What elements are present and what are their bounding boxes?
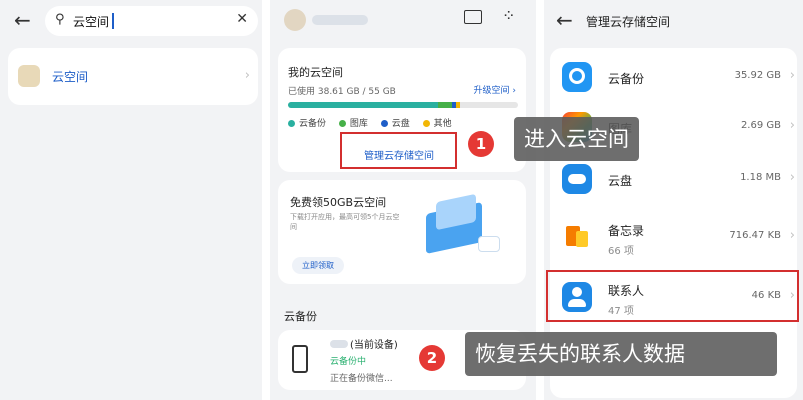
device-label: (当前设备) (350, 340, 398, 351)
search-panel: ← ⚲ 云空间 ✕ 云空间 › (0, 0, 262, 400)
list-item-cloud-backup[interactable]: 云备份 35.92 GB › (558, 54, 801, 106)
search-result-item[interactable]: 云空间 › (8, 48, 258, 105)
cloud-app-icon (18, 65, 40, 87)
back-arrow-icon[interactable]: ← (14, 8, 31, 32)
mail-icon[interactable] (464, 10, 482, 24)
device-name (330, 340, 348, 348)
highlight-box-1 (340, 132, 457, 169)
backup-progress: 正在备份微信... (330, 374, 393, 384)
usage-legend: 云备份 图库 云盘 其他 (288, 116, 452, 129)
page-title: 管理云存储空间 (586, 15, 671, 29)
search-icon: ⚲ (55, 12, 65, 27)
account-name (312, 15, 368, 25)
promo-card[interactable]: 免费领50GB云空间 下载打开应用，最高可领5个月云空间 立即领取 (278, 180, 526, 284)
step-2-badge: 2 (419, 345, 445, 371)
usage-text: 已使用 38.61 GB / 55 GB (288, 87, 396, 97)
promo-title: 免费领50GB云空间 (290, 196, 387, 209)
usage-bar (288, 102, 518, 108)
list-item-cloud-drive[interactable]: 云盘 1.18 MB › (558, 156, 801, 208)
cloud-storage-illustration (418, 193, 500, 264)
chevron-right-icon: › (789, 118, 795, 133)
back-arrow-icon[interactable]: ← (556, 8, 573, 32)
cloud-drive-icon (562, 164, 592, 194)
backup-section-title: 云备份 (284, 310, 317, 323)
promo-desc: 下载打开应用，最高可领5个月云空间 (290, 213, 400, 231)
chevron-right-icon: › (789, 170, 795, 185)
claim-button[interactable]: 立即领取 (292, 257, 344, 274)
step-1-badge: 1 (468, 131, 494, 157)
phone-icon (292, 345, 308, 373)
step-1-callout: 进入云空间 (514, 117, 639, 161)
text-cursor (112, 13, 114, 29)
list-item-notes[interactable]: 备忘录 66 项 716.47 KB › (558, 214, 801, 266)
avatar[interactable] (284, 9, 306, 31)
upgrade-link[interactable]: 升级空间 › (474, 83, 516, 96)
step-2-callout: 恢复丢失的联系人数据 (465, 332, 777, 376)
clear-icon[interactable]: ✕ (236, 11, 248, 27)
chevron-right-icon: › (789, 68, 795, 83)
more-icon[interactable]: ⁘ (502, 6, 516, 25)
chevron-right-icon: › (789, 228, 795, 243)
cloud-backup-icon (562, 62, 592, 92)
result-label: 云空间 (52, 70, 89, 84)
search-input[interactable]: 云空间 (73, 13, 109, 30)
highlight-box-2 (546, 270, 799, 322)
search-box[interactable]: ⚲ 云空间 ✕ (45, 6, 258, 36)
backup-status: 云备份中 (330, 357, 367, 367)
notes-icon (562, 222, 592, 252)
chevron-right-icon: › (244, 68, 250, 83)
cloud-title: 我的云空间 (288, 66, 343, 79)
